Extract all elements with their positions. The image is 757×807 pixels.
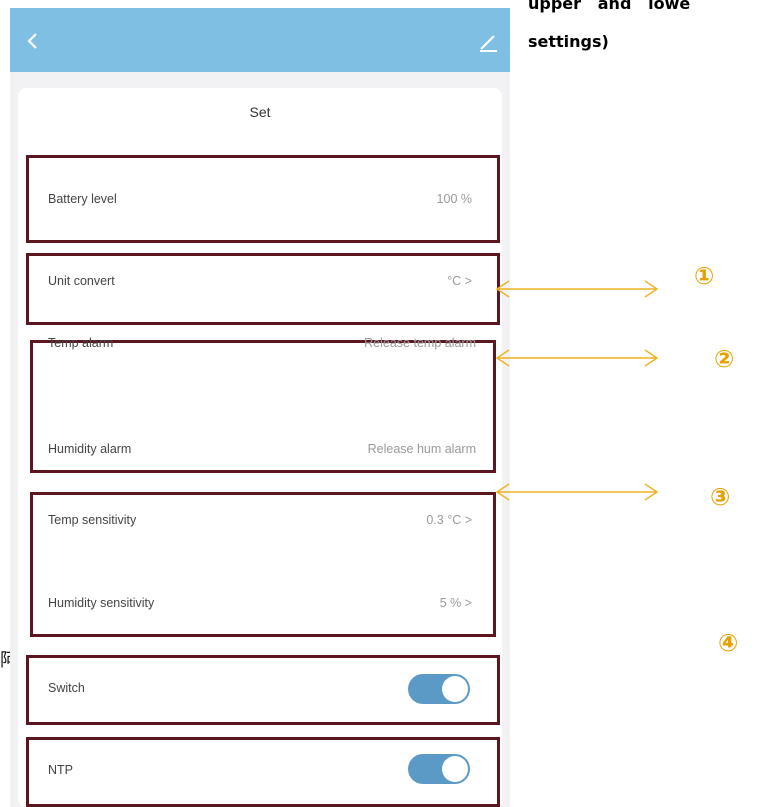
annotation-arrows	[495, 280, 659, 501]
marker-1: ①	[694, 262, 715, 290]
temp-alarm-value[interactable]: Release temp alarm	[250, 336, 476, 350]
switch-label: Switch	[48, 681, 85, 695]
unit-convert-value[interactable]: °C >	[300, 274, 472, 288]
annotation-text-line2: settings)	[528, 32, 609, 51]
humidity-alarm-label[interactable]: Humidity alarm	[48, 442, 131, 456]
pencil-icon[interactable]	[478, 32, 498, 52]
temp-sensitivity-label[interactable]: Temp sensitivity	[48, 513, 136, 527]
ntp-toggle-knob	[442, 756, 468, 782]
header-bar	[10, 8, 510, 72]
switch-toggle-knob	[442, 676, 468, 702]
annotation-text-line1: upper and lowe	[528, 0, 691, 13]
switch-toggle[interactable]	[408, 674, 470, 704]
ntp-toggle[interactable]	[408, 754, 470, 784]
humidity-sensitivity-label[interactable]: Humidity sensitivity	[48, 596, 154, 610]
ntp-label: NTP	[48, 763, 73, 777]
battery-level-value: 100 %	[436, 192, 472, 206]
marker-4: ④	[718, 629, 739, 657]
marker-3: ③	[710, 483, 731, 511]
page-title: Set	[249, 104, 271, 120]
temp-alarm-label[interactable]: Temp alarm	[48, 336, 113, 350]
battery-level-label: Battery level	[48, 192, 117, 206]
chevron-left-icon[interactable]	[26, 32, 40, 50]
humidity-alarm-value[interactable]: Release hum alarm	[250, 442, 476, 456]
unit-convert-label[interactable]: Unit convert	[48, 274, 115, 288]
marker-2: ②	[714, 345, 735, 373]
humidity-sensitivity-value[interactable]: 5 % >	[300, 596, 472, 610]
unit-highlight-box	[26, 253, 500, 325]
temp-sensitivity-value[interactable]: 0.3 °C >	[300, 513, 472, 527]
